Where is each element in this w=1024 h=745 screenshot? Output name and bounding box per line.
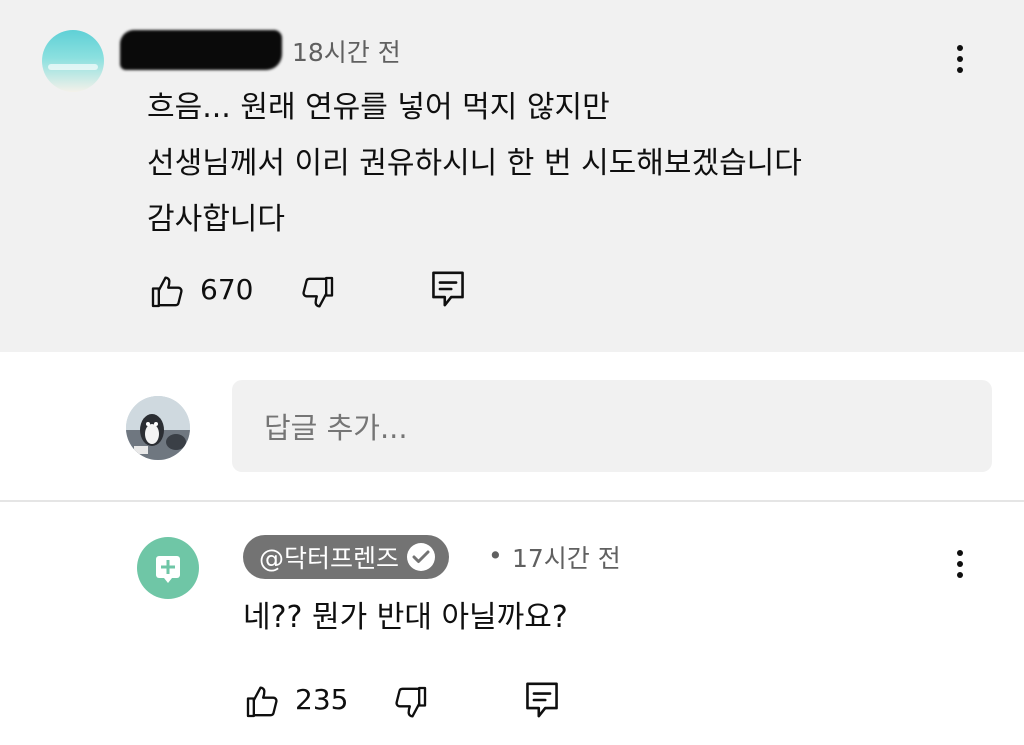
comment-text: 흐음... 원래 연유를 넣어 먹지 않지만 선생님께서 이리 권유하시니 한 … bbox=[147, 80, 967, 248]
separator-dot: • bbox=[488, 541, 503, 570]
like-count: 670 bbox=[200, 273, 254, 306]
reply-input-placeholder: 답글 추가... bbox=[264, 411, 408, 445]
comment-timestamp[interactable]: 18시간 전 bbox=[292, 33, 401, 69]
channel-name-badge[interactable]: @닥터프렌즈 bbox=[243, 535, 450, 579]
reply-text: 네?? 뭔가 반대 아닐까요? bbox=[243, 600, 568, 635]
channel-name: @닥터프렌즈 bbox=[259, 544, 400, 573]
comment-icon[interactable] bbox=[428, 268, 468, 310]
divider bbox=[0, 500, 1024, 502]
channel-avatar[interactable] bbox=[137, 537, 199, 599]
redacted-username bbox=[120, 30, 282, 70]
reply-timestamp[interactable]: 17시간 전 bbox=[512, 539, 621, 575]
comment-icon[interactable] bbox=[522, 679, 562, 721]
thumbs-down-icon[interactable] bbox=[297, 273, 337, 313]
check-circle-icon bbox=[407, 543, 436, 571]
thumbs-up-icon[interactable] bbox=[148, 271, 188, 311]
reply-input[interactable]: 답글 추가... bbox=[232, 380, 992, 472]
comment-line: 선생님께서 이리 권유하시니 한 번 시도해보겠습니다 bbox=[147, 146, 802, 181]
commenter-avatar[interactable] bbox=[42, 30, 104, 92]
comment-line: 흐음... 원래 연유를 넣어 먹지 않지만 bbox=[147, 90, 610, 125]
user-avatar[interactable] bbox=[126, 396, 190, 460]
comment-line: 감사합니다 bbox=[147, 202, 285, 237]
like-count: 235 bbox=[295, 683, 349, 716]
reply-more-menu-icon[interactable] bbox=[955, 550, 965, 583]
thumbs-up-icon[interactable] bbox=[243, 681, 283, 721]
comment-more-menu-icon[interactable] bbox=[955, 45, 965, 78]
thumbs-down-icon[interactable] bbox=[390, 683, 430, 723]
